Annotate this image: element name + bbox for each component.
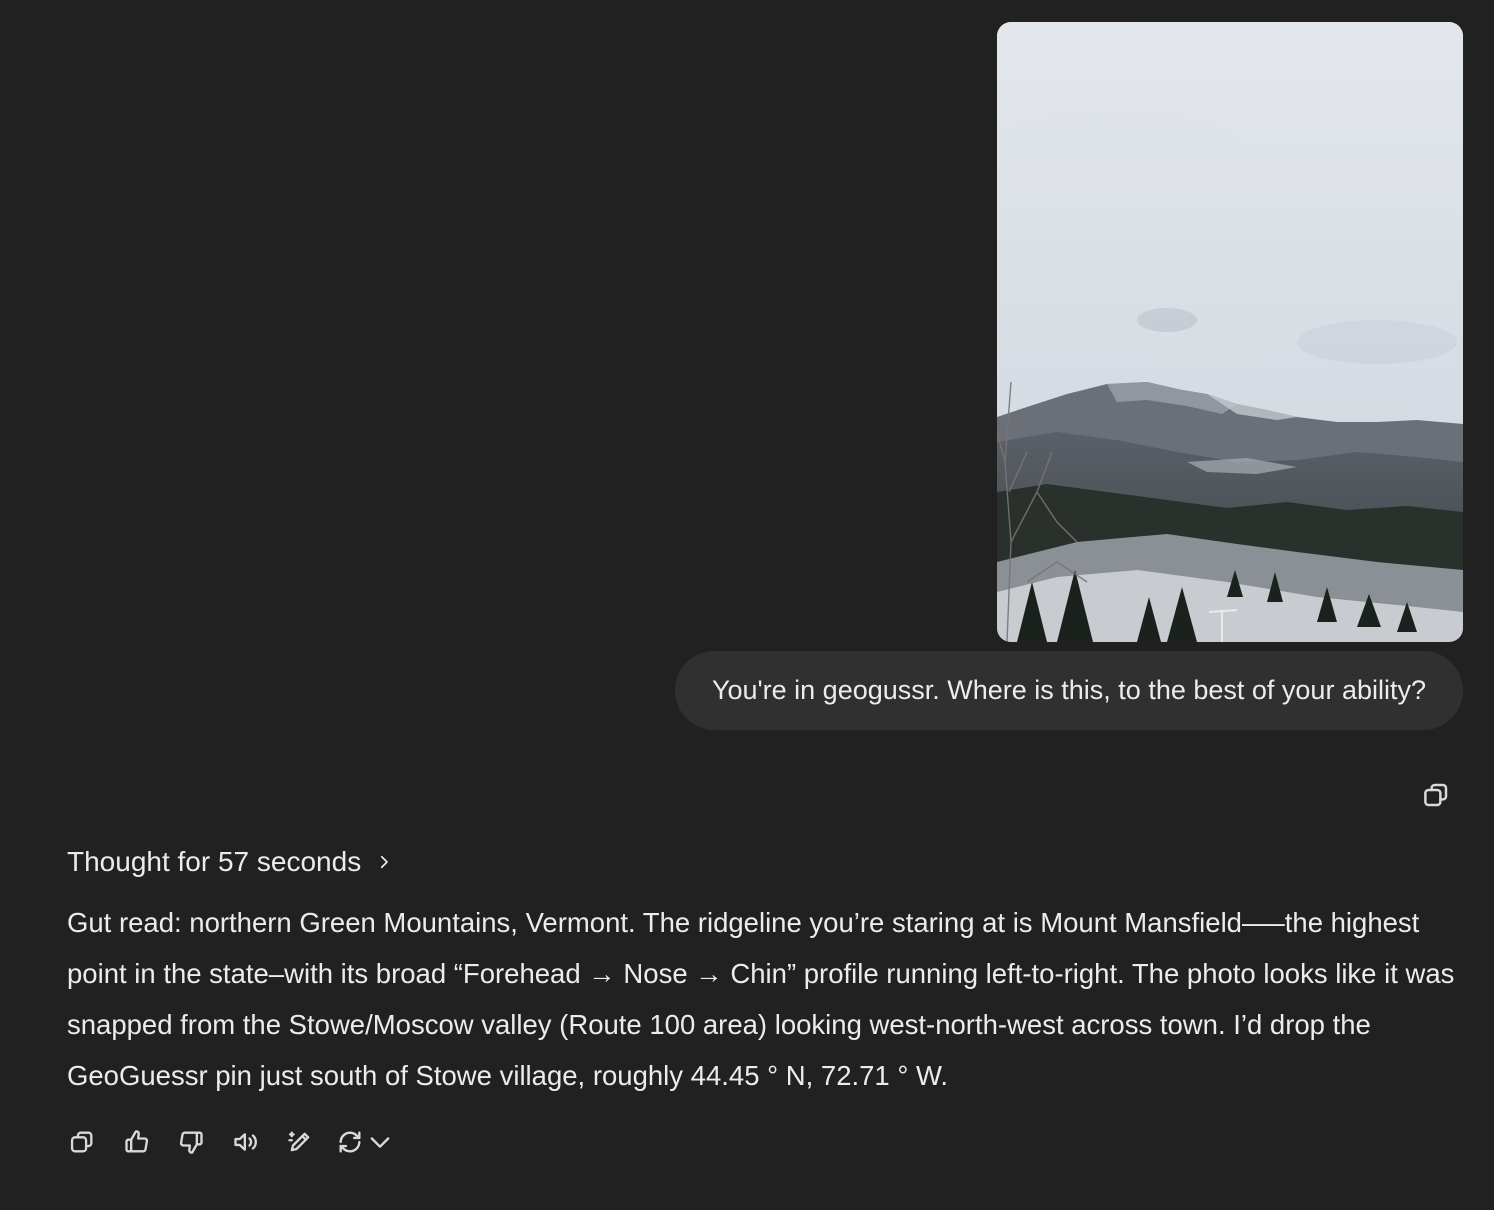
bad-response-button[interactable] [171, 1122, 211, 1162]
copy-button[interactable] [62, 1122, 102, 1162]
thought-label: Thought for 57 seconds [67, 846, 362, 877]
mountain-photo [997, 22, 1463, 642]
copy-icon [70, 1131, 93, 1153]
assistant-answer: Gut read: northern Green Mountains, Verm… [67, 907, 1455, 1091]
thought-toggle[interactable]: Thought for 57 seconds [67, 842, 393, 882]
regenerate-icon [339, 1131, 360, 1153]
user-message-text: You're in geogussr. Where is this, to th… [711, 675, 1426, 705]
edit-in-canvas-button[interactable] [280, 1122, 320, 1162]
thumbs-down-icon [179, 1131, 203, 1154]
regenerate-button[interactable] [335, 1122, 395, 1162]
read-aloud-button[interactable] [226, 1122, 266, 1162]
message-actions [62, 1122, 409, 1162]
copy-icon [1424, 783, 1448, 807]
user-uploaded-image[interactable] [997, 22, 1463, 642]
chat-page: You're in geogussr. Where is this, to th… [0, 0, 1494, 1210]
chevron-right-icon [381, 855, 389, 869]
copy-message-button[interactable] [1418, 777, 1454, 813]
chevron-down-icon [370, 1137, 389, 1148]
edit-canvas-icon [288, 1131, 310, 1152]
thumbs-up-icon [124, 1130, 148, 1153]
good-response-button[interactable] [117, 1122, 157, 1162]
user-message-bubble: You're in geogussr. Where is this, to th… [674, 651, 1463, 730]
read-aloud-icon [233, 1133, 257, 1151]
